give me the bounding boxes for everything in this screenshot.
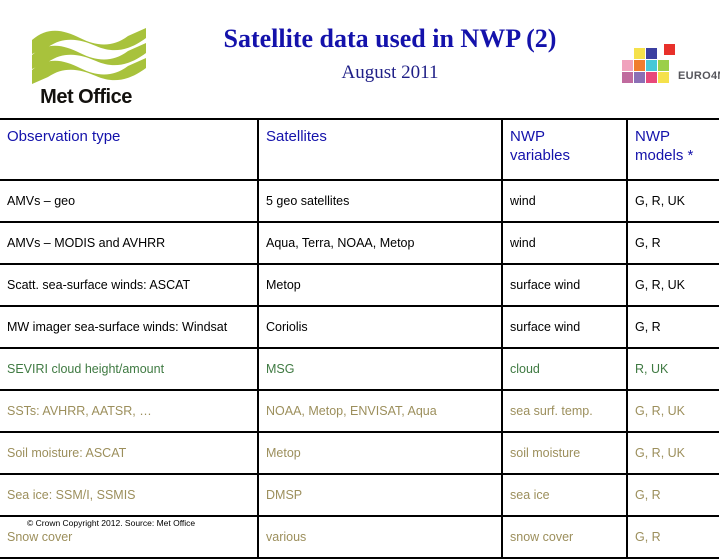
- table-row: Soil moisture: ASCAT Metop soil moisture G,…: [0, 431, 719, 475]
- column-header-nwp-models-line1: NWP: [635, 128, 670, 145]
- euro4m-logo-square: [622, 72, 633, 83]
- cell-observation-type: AMVs – geo: [0, 179, 258, 223]
- column-header-nwp-variables: NWP variables: [501, 118, 627, 181]
- cell-satellites: NOAA, Metop, ENVISAT, Aqua: [257, 389, 502, 433]
- table-row: SSTs: AVHRR, AATSR, … NOAA, Metop, ENVISA…: [0, 389, 719, 433]
- table-row: Scatt. sea-surface winds: ASCAT Metop surf…: [0, 263, 719, 307]
- euro4m-logo-square: [646, 48, 657, 59]
- cell-nwp-models: G, R, UK: [626, 431, 719, 475]
- column-header-nwp-variables-line2: variables: [510, 146, 571, 164]
- euro4m-logo-square: [646, 72, 657, 83]
- cell-nwp-variables: soil moisture: [501, 431, 627, 475]
- cell-nwp-variables: surface wind: [501, 263, 627, 307]
- column-header-satellites: Satellites: [257, 118, 502, 181]
- cell-nwp-models: G, R, UK: [626, 179, 719, 223]
- cell-satellites: DMSP: [257, 473, 502, 517]
- cell-nwp-variables: surface wind: [501, 305, 627, 349]
- cell-observation-type: SEVIRI cloud height/amount: [0, 347, 258, 391]
- column-header-nwp-models-line2: models *: [635, 146, 694, 164]
- table-row: SEVIRI cloud height/amount MSG cloud R, UK: [0, 347, 719, 391]
- euro4m-logo-square: [634, 72, 645, 83]
- cell-nwp-models: G, R: [626, 473, 719, 517]
- table-row: AMVs – MODIS and AVHRR Aqua, Terra, NOAA,…: [0, 221, 719, 265]
- cell-nwp-models: G, R, UK: [626, 389, 719, 433]
- cell-satellites: Metop: [257, 263, 502, 307]
- slide-header: Met Office Satellite data used in NWP (2…: [0, 0, 720, 118]
- euro4m-logo-square: [634, 60, 645, 71]
- cell-nwp-models: G, R: [626, 515, 719, 559]
- cell-satellites: Aqua, Terra, NOAA, Metop: [257, 221, 502, 265]
- table-row: MW imager sea-surface winds: Windsat Cori…: [0, 305, 719, 349]
- cell-nwp-variables: wind: [501, 221, 627, 265]
- euro4m-logo-square: [622, 60, 633, 71]
- table-header-row: Observation type Satellites NWP variable…: [0, 118, 719, 181]
- column-header-nwp-models: NWP models *: [626, 118, 719, 181]
- met-office-logo: Met Office: [20, 28, 152, 110]
- cell-nwp-variables: wind: [501, 179, 627, 223]
- column-header-nwp-variables-line1: NWP: [510, 128, 545, 145]
- cell-nwp-models: G, R, UK: [626, 263, 719, 307]
- cell-satellites: MSG: [257, 347, 502, 391]
- satellite-data-table: Observation type Satellites NWP variable…: [0, 118, 719, 559]
- cell-satellites: Coriolis: [257, 305, 502, 349]
- cell-observation-type: Sea ice: SSM/I, SSMIS: [0, 473, 258, 517]
- cell-nwp-variables: cloud: [501, 347, 627, 391]
- euro4m-logo-square: [658, 72, 669, 83]
- cell-nwp-models: G, R: [626, 305, 719, 349]
- table-body: AMVs – geo 5 geo satellites wind G, R, UK AM…: [0, 179, 719, 559]
- euro4m-logo-square: [664, 44, 675, 55]
- page-title: Satellite data used in NWP (2): [223, 24, 557, 53]
- cell-observation-type: SSTs: AVHRR, AATSR, …: [0, 389, 258, 433]
- cell-observation-type: AMVs – MODIS and AVHRR: [0, 221, 258, 265]
- table-row: AMVs – geo 5 geo satellites wind G, R, UK: [0, 179, 719, 223]
- cell-nwp-models: G, R: [626, 221, 719, 265]
- title-block: Satellite data used in NWP (2) August 20…: [160, 24, 620, 84]
- euro4m-wordmark: EURO4M: [678, 70, 720, 82]
- copyright-note: © Crown Copyright 2012. Source: Met Offi…: [27, 518, 196, 528]
- euro4m-logo-square: [634, 48, 645, 59]
- cell-observation-type: Soil moisture: ASCAT: [0, 431, 258, 475]
- met-office-wave-mark: [32, 28, 146, 84]
- cell-nwp-variables: sea ice: [501, 473, 627, 517]
- euro4m-logo-square: [658, 60, 669, 71]
- column-header-observation-type: Observation type: [0, 118, 258, 181]
- cell-nwp-variables: sea surf. temp.: [501, 389, 627, 433]
- euro4m-logo: EURO4M: [622, 44, 720, 94]
- cell-nwp-models: R, UK: [626, 347, 719, 391]
- met-office-wordmark: Met Office: [40, 86, 132, 108]
- cell-satellites: 5 geo satellites: [257, 179, 502, 223]
- cell-satellites: various: [257, 515, 502, 559]
- page-subtitle: August 2011: [341, 61, 439, 83]
- euro4m-logo-square: [646, 60, 657, 71]
- cell-observation-type: Scatt. sea-surface winds: ASCAT: [0, 263, 258, 307]
- cell-nwp-variables: snow cover: [501, 515, 627, 559]
- cell-satellites: Metop: [257, 431, 502, 475]
- table-row: Sea ice: SSM/I, SSMIS DMSP sea ice G, R: [0, 473, 719, 517]
- cell-observation-type: MW imager sea-surface winds: Windsat: [0, 305, 258, 349]
